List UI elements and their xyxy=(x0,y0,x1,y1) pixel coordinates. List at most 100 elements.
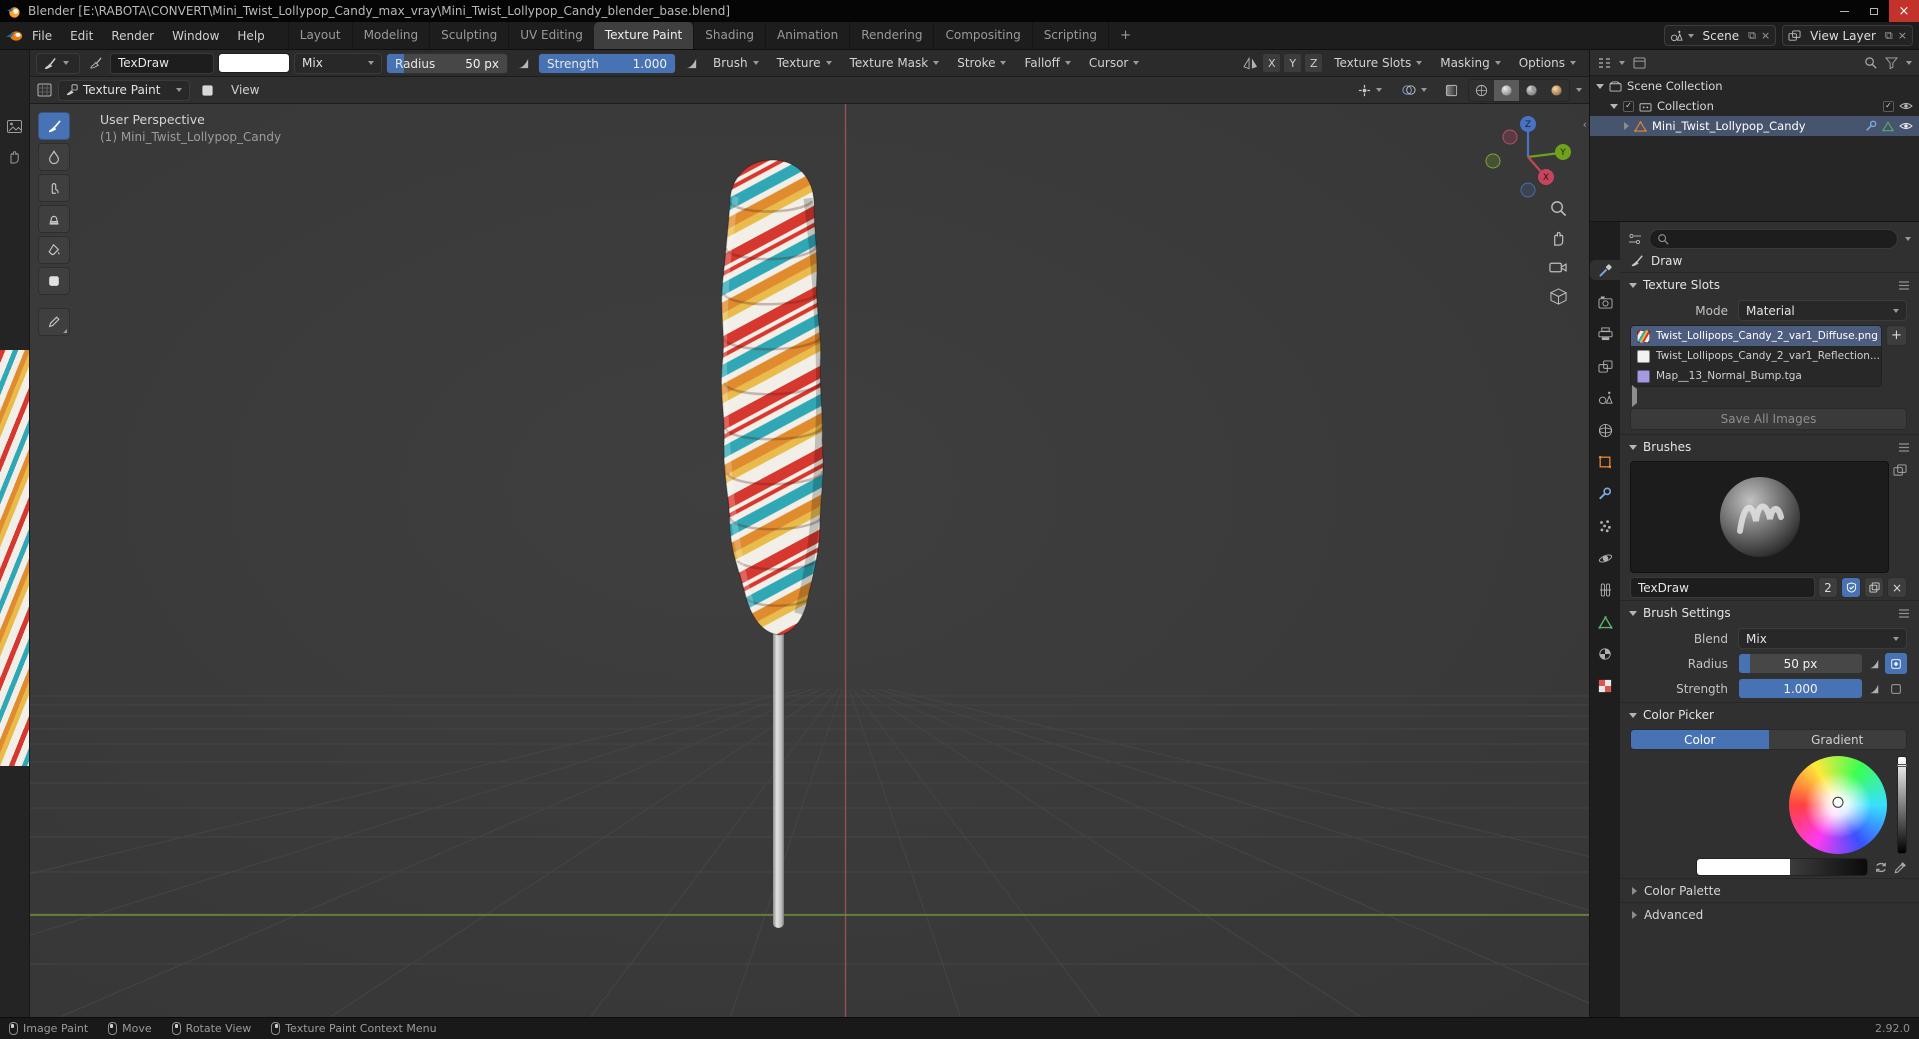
brush-users-count[interactable]: 2 xyxy=(1818,577,1838,598)
tab-material[interactable] xyxy=(1590,644,1620,664)
value-slider[interactable] xyxy=(1897,756,1907,854)
strength-slider[interactable]: 1.000 xyxy=(1738,678,1863,699)
mask-tool-button[interactable] xyxy=(38,267,70,295)
close-button[interactable]: × xyxy=(1889,0,1919,22)
display-mode-icon[interactable] xyxy=(1633,56,1646,69)
paint-mask-toggle[interactable] xyxy=(196,80,218,101)
mode-dropdown[interactable]: Texture Paint xyxy=(58,79,190,101)
zoom-icon[interactable] xyxy=(1550,200,1567,217)
panel-options-icon[interactable] xyxy=(1898,608,1910,618)
radius-unit-toggle[interactable] xyxy=(1885,653,1907,674)
menu-help[interactable]: Help xyxy=(228,22,273,49)
mirror-x-toggle[interactable]: X xyxy=(1262,53,1282,73)
primary-color-swatch[interactable] xyxy=(1697,859,1790,875)
gizmos-popover[interactable] xyxy=(1351,77,1389,103)
clone-tool-button[interactable] xyxy=(38,205,70,233)
brush-popover[interactable]: Brush xyxy=(706,50,766,76)
tab-constraints[interactable] xyxy=(1590,580,1620,600)
tab-object[interactable] xyxy=(1590,452,1620,472)
swap-colors-icon[interactable] xyxy=(1874,861,1888,874)
radius-pressure-icon[interactable] xyxy=(1863,653,1885,674)
shading-solid-button[interactable] xyxy=(1494,79,1519,101)
fill-tool-button[interactable] xyxy=(38,236,70,264)
expand-icon[interactable] xyxy=(1596,83,1604,89)
minimize-button[interactable] xyxy=(1829,0,1859,22)
texture-slot-item[interactable]: Twist_Lollipops_Candy_2_var1_Reflection.… xyxy=(1631,346,1881,366)
tab-output[interactable] xyxy=(1590,324,1620,344)
brush-settings-panel-header[interactable]: Brush Settings xyxy=(1620,600,1919,625)
shading-options-chevron-icon[interactable] xyxy=(1576,88,1582,92)
texture-slot-item[interactable]: Map__13_Normal_Bump.tga xyxy=(1631,366,1881,386)
add-texture-slot-button[interactable]: + xyxy=(1886,325,1907,346)
tab-tool[interactable] xyxy=(1590,260,1620,280)
pan-hand-icon[interactable] xyxy=(1550,230,1567,247)
brush-preview[interactable] xyxy=(1630,461,1889,573)
filter-icon[interactable] xyxy=(1885,56,1898,69)
save-all-images-button[interactable]: Save All Images xyxy=(1630,408,1907,430)
texture-slot-mode-dropdown[interactable]: Material xyxy=(1738,300,1907,321)
gradient-tab[interactable]: Gradient xyxy=(1768,730,1906,749)
shading-rendered-button[interactable] xyxy=(1544,80,1569,101)
menu-file[interactable]: File xyxy=(23,22,61,49)
sidebar-collapse-arrow-icon[interactable]: ‹ xyxy=(1583,118,1587,131)
new-scene-icon[interactable]: ⧉ xyxy=(1748,30,1756,41)
outliner-editor-icon[interactable] xyxy=(1597,57,1611,69)
viewport-canvas[interactable] xyxy=(30,104,1589,1017)
tab-render[interactable] xyxy=(1590,292,1620,312)
stroke-popover[interactable]: Stroke xyxy=(950,50,1013,76)
menu-edit[interactable]: Edit xyxy=(61,22,102,49)
texture-slots-popover[interactable]: Texture Slots xyxy=(1327,50,1429,76)
masking-popover[interactable]: Masking xyxy=(1433,50,1507,76)
brush-datablock-name[interactable]: TexDraw xyxy=(1630,577,1815,598)
chevron-down-icon[interactable] xyxy=(1906,60,1912,65)
view-menu[interactable]: View xyxy=(224,77,266,103)
workspace-tab-compositing[interactable]: Compositing xyxy=(933,22,1031,49)
modifier-wrench-icon[interactable] xyxy=(1865,120,1877,132)
brush-datablock-icon[interactable] xyxy=(84,53,106,74)
strength-pressure-icon[interactable] xyxy=(1863,678,1885,699)
collection-exclude-checkbox[interactable]: ✓ xyxy=(1883,100,1894,112)
new-brush-button[interactable] xyxy=(1864,577,1884,598)
secondary-color-swatch[interactable] xyxy=(1789,859,1867,875)
blender-menu-icon[interactable] xyxy=(6,29,23,43)
brushes-panel-header[interactable]: Brushes xyxy=(1620,434,1919,459)
options-popover[interactable]: Options xyxy=(1512,50,1583,76)
unlink-scene-icon[interactable]: × xyxy=(1761,30,1770,41)
collection-checkbox[interactable]: ✓ xyxy=(1623,100,1634,112)
texture-popover[interactable]: Texture xyxy=(770,50,839,76)
soften-tool-button[interactable] xyxy=(38,143,70,171)
workspace-tab-texture-paint[interactable]: Texture Paint xyxy=(593,22,694,49)
workspace-tab-animation[interactable]: Animation xyxy=(765,22,849,49)
tab-scene[interactable] xyxy=(1590,388,1620,408)
workspace-tab-scripting[interactable]: Scripting xyxy=(1031,22,1108,49)
add-workspace-button[interactable]: + xyxy=(1108,22,1142,49)
scene-selector[interactable]: Scene ⧉ × xyxy=(1663,25,1777,46)
texture-slot-item[interactable]: Twist_Lollipops_Candy_2_var1_Diffuse.png xyxy=(1631,326,1881,346)
paint-color-swatch[interactable] xyxy=(218,53,290,73)
tab-view-layer[interactable] xyxy=(1590,356,1620,376)
uv-map-expand-icon[interactable] xyxy=(1632,385,1637,407)
blend-dropdown[interactable]: Mix xyxy=(1738,628,1907,649)
shading-wireframe-button[interactable] xyxy=(1469,80,1494,101)
tab-particles[interactable] xyxy=(1590,516,1620,536)
gizmo-minus-y-axis[interactable] xyxy=(1485,153,1501,169)
workspace-tab-layout[interactable]: Layout xyxy=(287,22,352,49)
outliner-row-scene-collection[interactable]: Scene Collection xyxy=(1590,76,1919,96)
overlays-popover[interactable] xyxy=(1395,77,1434,103)
workspace-tab-sculpting[interactable]: Sculpting xyxy=(429,22,508,49)
tab-object-data[interactable] xyxy=(1590,612,1620,632)
workspace-tab-rendering[interactable]: Rendering xyxy=(849,22,933,49)
color-field[interactable] xyxy=(1696,858,1868,876)
gizmo-minus-z-axis[interactable] xyxy=(1520,182,1536,198)
blend-mode-dropdown[interactable]: Mix xyxy=(294,52,382,74)
smear-tool-button[interactable] xyxy=(38,174,70,202)
eye-icon[interactable] xyxy=(1899,121,1913,131)
chevron-down-icon[interactable] xyxy=(1619,60,1625,65)
eye-icon[interactable] xyxy=(1899,101,1913,111)
radius-slider[interactable]: Radius 50 px xyxy=(386,52,508,74)
new-view-layer-icon[interactable]: ⧉ xyxy=(1885,30,1893,41)
mirror-z-toggle[interactable]: Z xyxy=(1304,53,1324,73)
maximize-button[interactable] xyxy=(1859,0,1889,22)
view-layer-selector[interactable]: View Layer ⧉ × xyxy=(1782,25,1913,46)
texture-mask-popover[interactable]: Texture Mask xyxy=(843,50,947,76)
